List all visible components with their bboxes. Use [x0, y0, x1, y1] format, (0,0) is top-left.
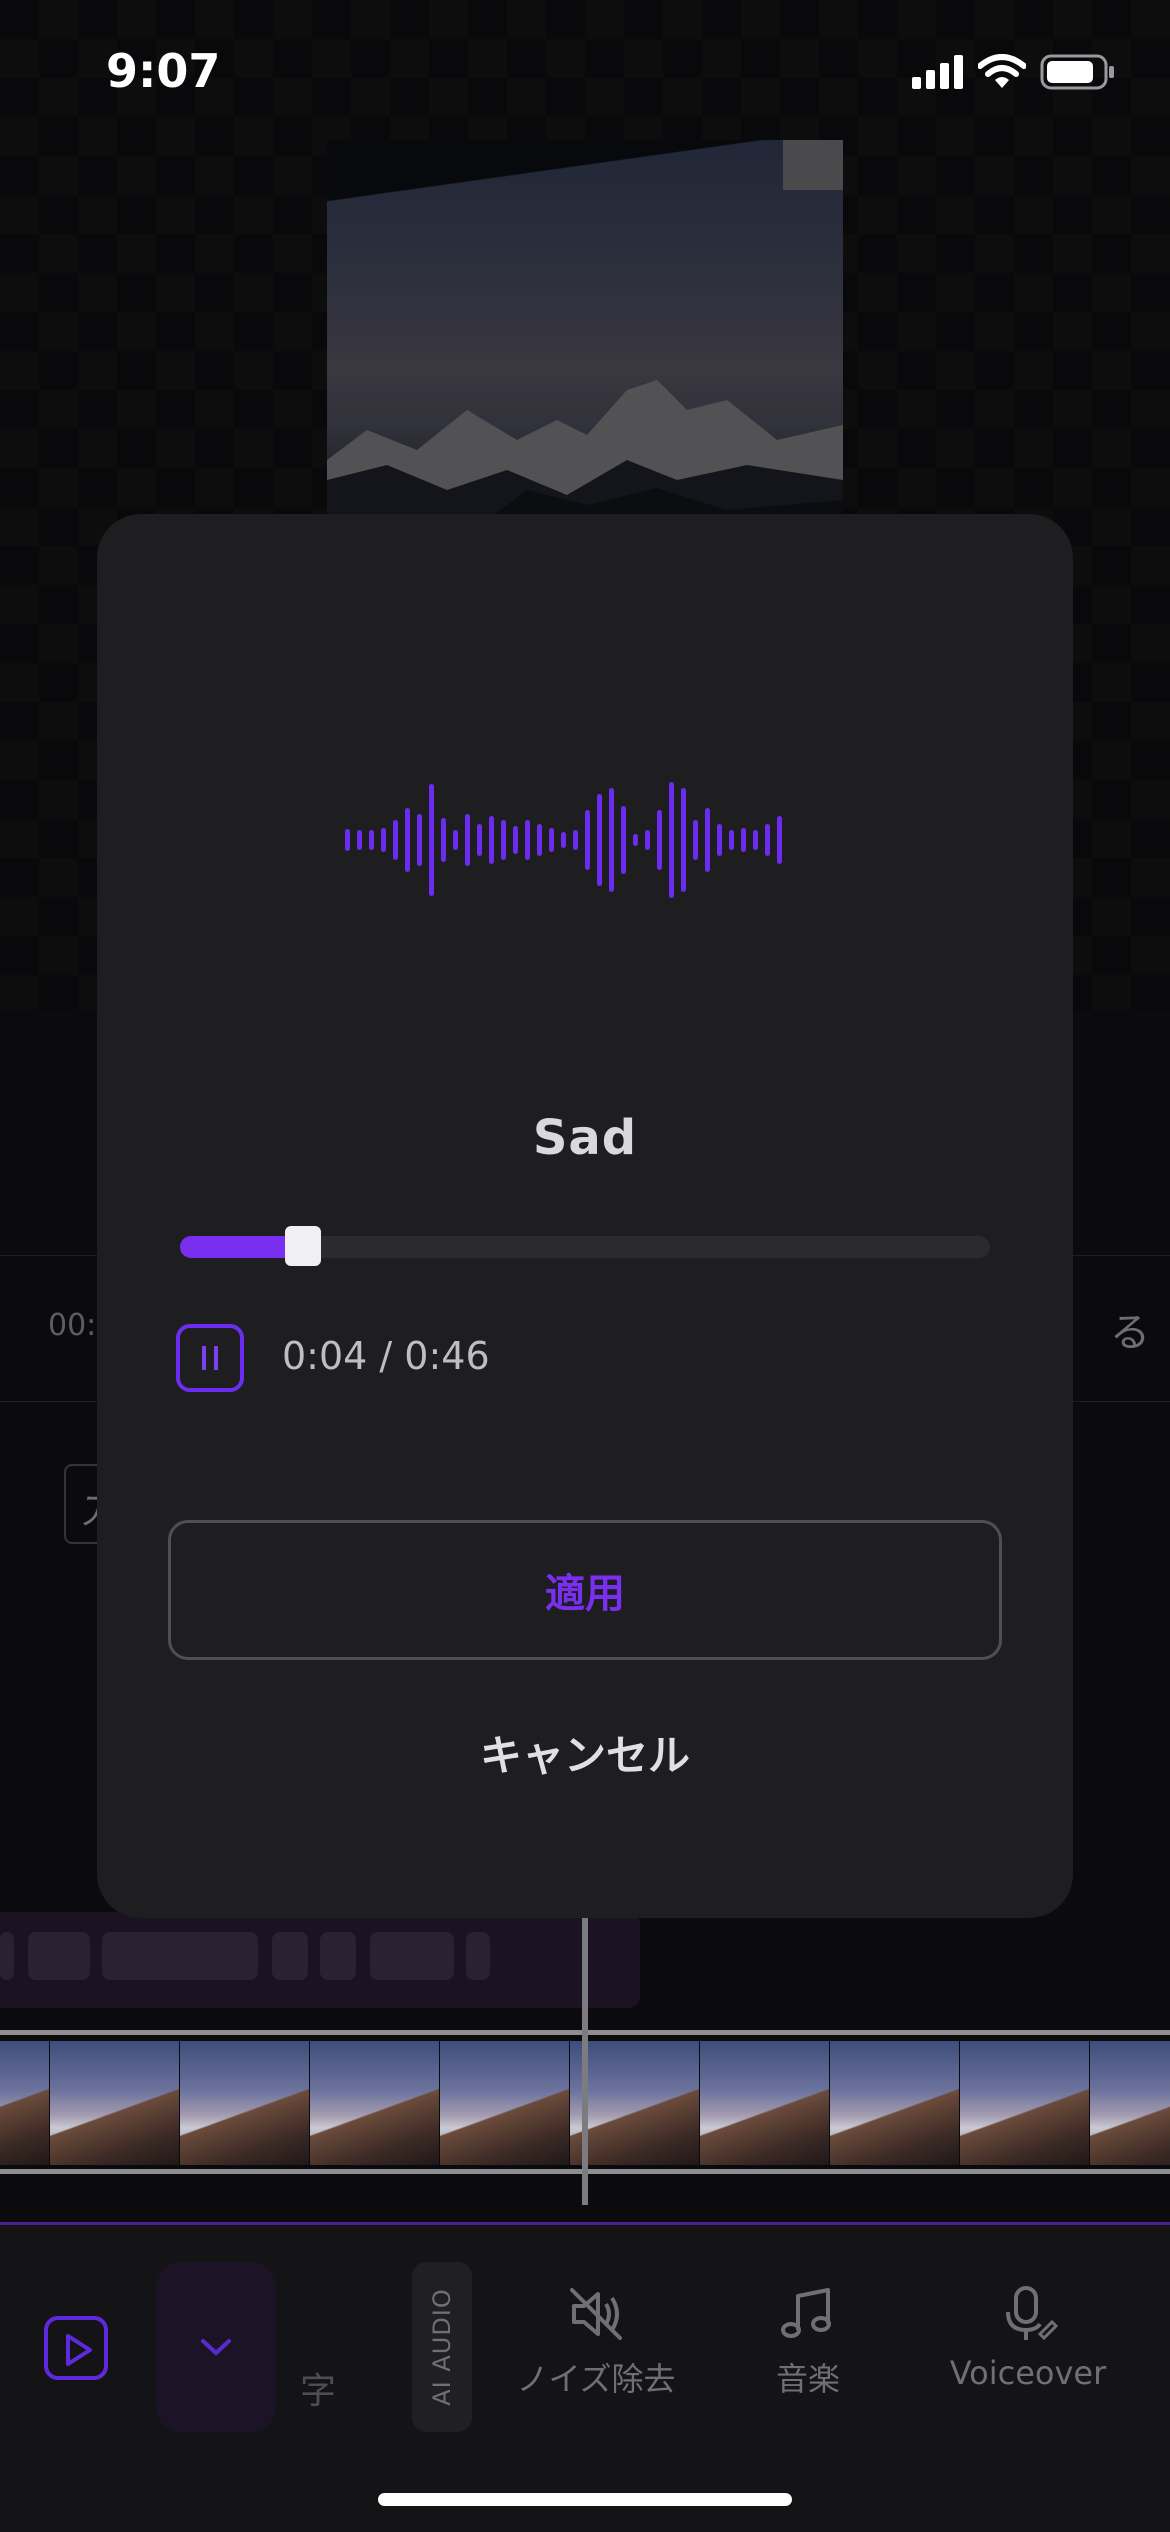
playback-scrubber-thumb[interactable]: [285, 1226, 321, 1266]
ai-audio-tab[interactable]: AI AUDIO: [412, 2262, 472, 2432]
effect-title: Sad: [532, 1110, 638, 1166]
battery-icon: [1040, 54, 1114, 90]
wifi-icon: [978, 54, 1026, 88]
home-indicator: [378, 2493, 792, 2506]
music-label: 音楽: [775, 2360, 840, 2398]
voiceover-tool[interactable]: Voiceover: [940, 2282, 1116, 2392]
pause-icon: [202, 1346, 206, 1370]
music-tool[interactable]: 音楽: [752, 2282, 864, 2400]
timeline-right-label: る: [1110, 1310, 1150, 1356]
music-note-icon: [781, 2288, 831, 2338]
caption-track[interactable]: [0, 1912, 640, 2008]
audio-waveform-icon: [345, 782, 782, 898]
voice-effect-dialog: [97, 514, 1073, 1918]
collapse-button[interactable]: [156, 2262, 276, 2432]
cellular-signal-icon: [912, 55, 963, 89]
noise-removal-label: ノイズ除去: [516, 2360, 676, 2398]
chevron-down-icon: [201, 2339, 231, 2356]
partial-tool-label[interactable]: 字: [300, 2362, 336, 2414]
status-icons: [912, 54, 1116, 90]
voiceover-label: Voiceover: [949, 2354, 1107, 2392]
apply-button[interactable]: 適用: [168, 1520, 1002, 1660]
playhead[interactable]: [582, 1915, 588, 2205]
pause-button[interactable]: [176, 1324, 244, 1392]
play-icon: [66, 2334, 92, 2366]
speaker-noise-icon: [570, 2288, 622, 2340]
timecode: 00:: [48, 1308, 97, 1343]
play-button[interactable]: [44, 2316, 108, 2380]
microphone-icon: [1006, 2286, 1059, 2341]
ai-audio-label: AI AUDIO: [428, 2288, 456, 2406]
cancel-button[interactable]: キャンセル: [0, 1722, 1170, 1783]
playback-time: 0:04 / 0:46: [282, 1334, 490, 1378]
status-time: 9:07: [106, 44, 221, 98]
noise-removal-tool[interactable]: ノイズ除去: [508, 2282, 684, 2400]
